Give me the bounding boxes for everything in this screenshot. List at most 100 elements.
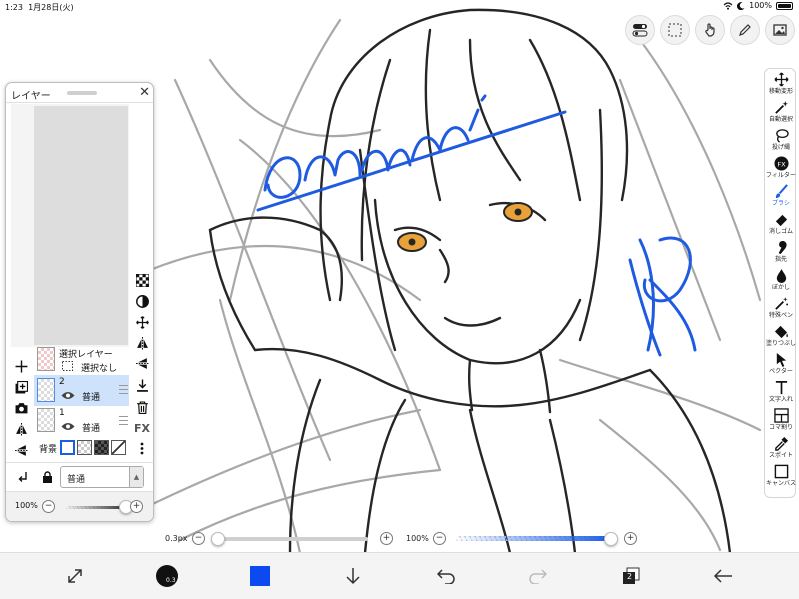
tool-auto-select[interactable]: 自動選択 [765, 99, 797, 127]
gallery-button[interactable] [765, 15, 795, 45]
blend-mode-value: 普通 [67, 475, 86, 485]
move-arrows-icon [135, 315, 149, 329]
move-transform-icon [773, 72, 789, 87]
triangle-up-icon: ▲ [129, 467, 143, 487]
finger-smudge-icon [778, 240, 787, 255]
touch-mode-button[interactable] [695, 15, 725, 45]
blend-mode-select[interactable]: 普通 ▲ [60, 466, 144, 488]
brush-opacity-slider[interactable] [456, 536, 611, 541]
add-special-layer-button[interactable] [10, 378, 32, 396]
tool-move-transform[interactable]: 移動変形 [765, 71, 797, 99]
flip-layer-vertical-button[interactable] [10, 441, 32, 459]
back-button[interactable] [708, 561, 738, 591]
tool-eyedropper[interactable]: スポイト [765, 435, 797, 463]
layer-panel-title: レイヤー [11, 91, 51, 102]
layer-1-mode: 普通 [82, 424, 101, 434]
flip-horizontal-button[interactable] [134, 335, 150, 351]
toggle-settings-button[interactable] [625, 15, 655, 45]
layer-panel-header: レイヤー ✕ [6, 83, 153, 103]
status-bar: 1:23 1月28日(火) 100% [0, 0, 799, 14]
opacity-plus-button[interactable]: + [130, 500, 143, 513]
add-layer-button[interactable] [10, 357, 32, 375]
flip-horizontal-icon [136, 336, 148, 350]
transparency-lock-button[interactable] [134, 272, 150, 288]
selection-layer-state: 選択なし [81, 364, 118, 374]
background-transparent-swatch[interactable] [77, 440, 92, 455]
selection-layer-row[interactable]: 選択レイヤー 選択なし [34, 345, 129, 374]
brush-opacity-knob[interactable] [604, 532, 618, 546]
merge-down-button[interactable] [134, 377, 150, 393]
layer-row-1[interactable]: 1 普通 [34, 406, 129, 437]
tool-frame-divide[interactable]: コマ割り [765, 407, 797, 435]
eye-icon[interactable] [61, 422, 75, 431]
tool-canvas[interactable]: キャンバス [765, 463, 797, 491]
half-circle-icon [135, 294, 149, 308]
tool-fill[interactable]: 塗りつぶし [765, 323, 797, 351]
pencil-icon [739, 24, 751, 36]
canvas-icon [774, 464, 788, 479]
merge-down-icon [136, 379, 148, 392]
tool-special-pen[interactable]: 特殊ペン [765, 295, 797, 323]
brush-size-slider[interactable] [218, 537, 368, 541]
layer-count: 2 [627, 572, 633, 581]
eye-icon[interactable] [61, 391, 75, 400]
layer-2-number: 2 [59, 377, 65, 387]
tool-blur[interactable]: ぼかし [765, 267, 797, 295]
layer-1-number: 1 [59, 408, 65, 418]
vector-icon [776, 352, 786, 367]
brush-size-plus-button[interactable]: + [380, 532, 393, 545]
lock-layer-button[interactable] [36, 468, 58, 486]
background-dark-swatch[interactable] [94, 440, 109, 455]
background-white-swatch[interactable] [60, 440, 75, 455]
selection-button[interactable] [660, 15, 690, 45]
brush-opacity-minus-button[interactable]: − [433, 532, 446, 545]
bottom-toolbar: 0.3 2 [0, 552, 799, 599]
layer-2-drag-handle[interactable] [119, 385, 128, 394]
more-options-button[interactable] [134, 440, 150, 456]
fullscreen-button[interactable] [60, 561, 90, 591]
status-right: 100% [723, 1, 793, 10]
import-photo-button[interactable] [10, 399, 32, 417]
clip-arrow-button[interactable] [12, 468, 34, 486]
move-layer-button[interactable] [134, 314, 150, 330]
brush-opacity-value: 100% [406, 534, 429, 543]
flip-vertical-icon [135, 357, 149, 369]
pen-settings-button[interactable] [730, 15, 760, 45]
drag-handle[interactable] [67, 91, 97, 95]
close-icon[interactable]: ✕ [139, 85, 150, 100]
tool-text[interactable]: 文字入れ [765, 379, 797, 407]
background-label: 背景 [39, 445, 58, 455]
delete-layer-button[interactable] [134, 399, 150, 415]
current-color-swatch [250, 566, 270, 586]
layers-button[interactable]: 2 [616, 561, 646, 591]
tool-eraser[interactable]: 消しゴム [765, 211, 797, 239]
brush-size-knob[interactable] [211, 532, 225, 546]
brush-size-minus-button[interactable]: − [192, 532, 205, 545]
clipping-button[interactable] [134, 293, 150, 309]
flip-layer-horizontal-button[interactable] [10, 420, 32, 438]
trash-icon [136, 400, 148, 414]
undo-button[interactable] [431, 561, 461, 591]
tool-brush[interactable]: ブラシ [765, 183, 797, 211]
layer-row-2[interactable]: 2 普通 [34, 375, 129, 406]
fill-bucket-icon [774, 325, 788, 339]
tool-lasso[interactable]: 投げ縄 [765, 127, 797, 155]
download-button[interactable] [338, 561, 368, 591]
layer-1-drag-handle[interactable] [119, 416, 128, 425]
tool-filter[interactable]: FX フィルター [765, 155, 797, 183]
tool-vector[interactable]: ベクター [765, 351, 797, 379]
tool-finger[interactable]: 指先 [765, 239, 797, 267]
flip-vertical-button[interactable] [134, 355, 150, 371]
layer-opacity-slider[interactable] [66, 506, 126, 509]
arrow-left-icon [713, 569, 732, 583]
color-button[interactable] [245, 561, 275, 591]
redo-button[interactable] [523, 561, 553, 591]
special-pen-icon [774, 296, 788, 310]
background-none-swatch[interactable] [111, 440, 126, 455]
brush-opacity-plus-button[interactable]: + [624, 532, 637, 545]
image-icon [773, 24, 787, 36]
opacity-minus-button[interactable]: − [42, 500, 55, 513]
tool-column: 移動変形 自動選択 投げ縄 FX フィルター ブラシ 消しゴム 指先 ぼかし 特… [764, 68, 796, 498]
brush-size-preview-button[interactable]: 0.3 [152, 561, 182, 591]
layer-fx-button[interactable]: FX [134, 420, 150, 436]
